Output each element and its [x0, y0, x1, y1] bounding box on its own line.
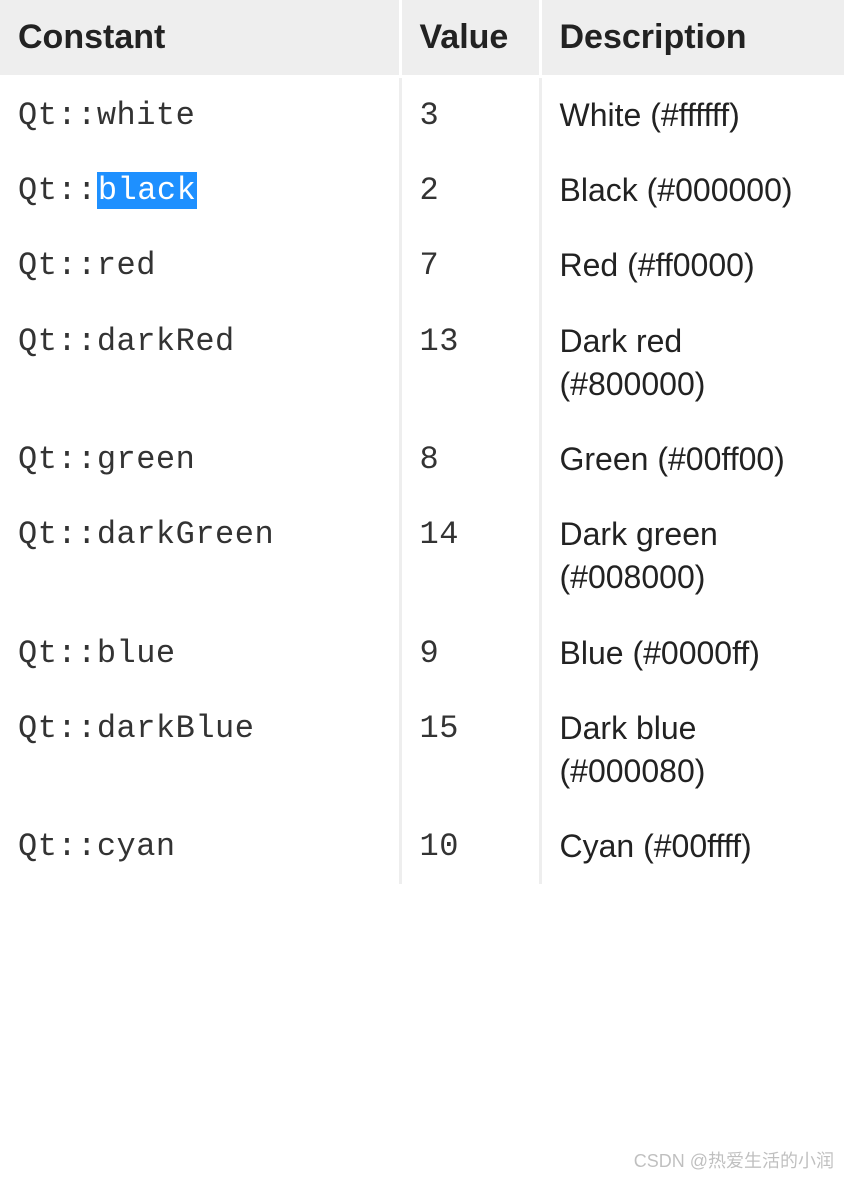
table-row: Qt::blue9Blue (#0000ff): [0, 616, 844, 691]
table-row: Qt::darkGreen14Dark green (#008000): [0, 497, 844, 615]
constant-name: green: [97, 441, 196, 478]
table-row: Qt::red7Red (#ff0000): [0, 228, 844, 303]
color-constants-table: Constant Value Description Qt::white3Whi…: [0, 0, 844, 884]
constant-name: cyan: [97, 828, 176, 865]
constant-name: darkRed: [97, 323, 235, 360]
cell-constant[interactable]: Qt::darkBlue: [0, 691, 400, 809]
cell-description[interactable]: Black (#000000): [540, 153, 844, 228]
table-row: Qt::white3White (#ffffff): [0, 77, 844, 154]
cell-value[interactable]: 7: [400, 228, 540, 303]
cell-value[interactable]: 3: [400, 77, 540, 154]
constant-name: darkBlue: [97, 710, 255, 747]
constant-prefix: Qt::: [18, 172, 97, 209]
cell-description[interactable]: White (#ffffff): [540, 77, 844, 154]
cell-value[interactable]: 8: [400, 422, 540, 497]
header-value: Value: [400, 0, 540, 77]
header-description: Description: [540, 0, 844, 77]
table-row: Qt::green8Green (#00ff00): [0, 422, 844, 497]
constant-prefix: Qt::: [18, 441, 97, 478]
cell-constant[interactable]: Qt::blue: [0, 616, 400, 691]
cell-description[interactable]: Dark blue (#000080): [540, 691, 844, 809]
cell-description[interactable]: Dark red (#800000): [540, 304, 844, 422]
cell-constant[interactable]: Qt::darkGreen: [0, 497, 400, 615]
cell-value[interactable]: 9: [400, 616, 540, 691]
cell-description[interactable]: Red (#ff0000): [540, 228, 844, 303]
watermark: CSDN @热爱生活的小润: [634, 1147, 834, 1173]
cell-constant[interactable]: Qt::black: [0, 153, 400, 228]
cell-constant[interactable]: Qt::red: [0, 228, 400, 303]
cell-value[interactable]: 13: [400, 304, 540, 422]
table-header-row: Constant Value Description: [0, 0, 844, 77]
cell-constant[interactable]: Qt::green: [0, 422, 400, 497]
constant-name: darkGreen: [97, 516, 274, 553]
cell-constant[interactable]: Qt::white: [0, 77, 400, 154]
cell-value[interactable]: 15: [400, 691, 540, 809]
table-row: Qt::darkBlue15Dark blue (#000080): [0, 691, 844, 809]
cell-description[interactable]: Blue (#0000ff): [540, 616, 844, 691]
cell-value[interactable]: 14: [400, 497, 540, 615]
header-constant: Constant: [0, 0, 400, 77]
constant-prefix: Qt::: [18, 828, 97, 865]
cell-value[interactable]: 10: [400, 809, 540, 884]
constant-prefix: Qt::: [18, 323, 97, 360]
constant-prefix: Qt::: [18, 247, 97, 284]
cell-description[interactable]: Green (#00ff00): [540, 422, 844, 497]
cell-constant[interactable]: Qt::darkRed: [0, 304, 400, 422]
table-row: Qt::darkRed13Dark red (#800000): [0, 304, 844, 422]
constant-prefix: Qt::: [18, 710, 97, 747]
table-row: Qt::cyan10Cyan (#00ffff): [0, 809, 844, 884]
constant-name: red: [97, 247, 156, 284]
constant-prefix: Qt::: [18, 635, 97, 672]
constant-prefix: Qt::: [18, 516, 97, 553]
cell-description[interactable]: Dark green (#008000): [540, 497, 844, 615]
cell-description[interactable]: Cyan (#00ffff): [540, 809, 844, 884]
table-row: Qt::black2Black (#000000): [0, 153, 844, 228]
cell-constant[interactable]: Qt::cyan: [0, 809, 400, 884]
constant-name: blue: [97, 635, 176, 672]
cell-value[interactable]: 2: [400, 153, 540, 228]
constant-prefix: Qt::: [18, 97, 97, 134]
constant-name: white: [97, 97, 196, 134]
constant-name: black: [97, 172, 198, 209]
